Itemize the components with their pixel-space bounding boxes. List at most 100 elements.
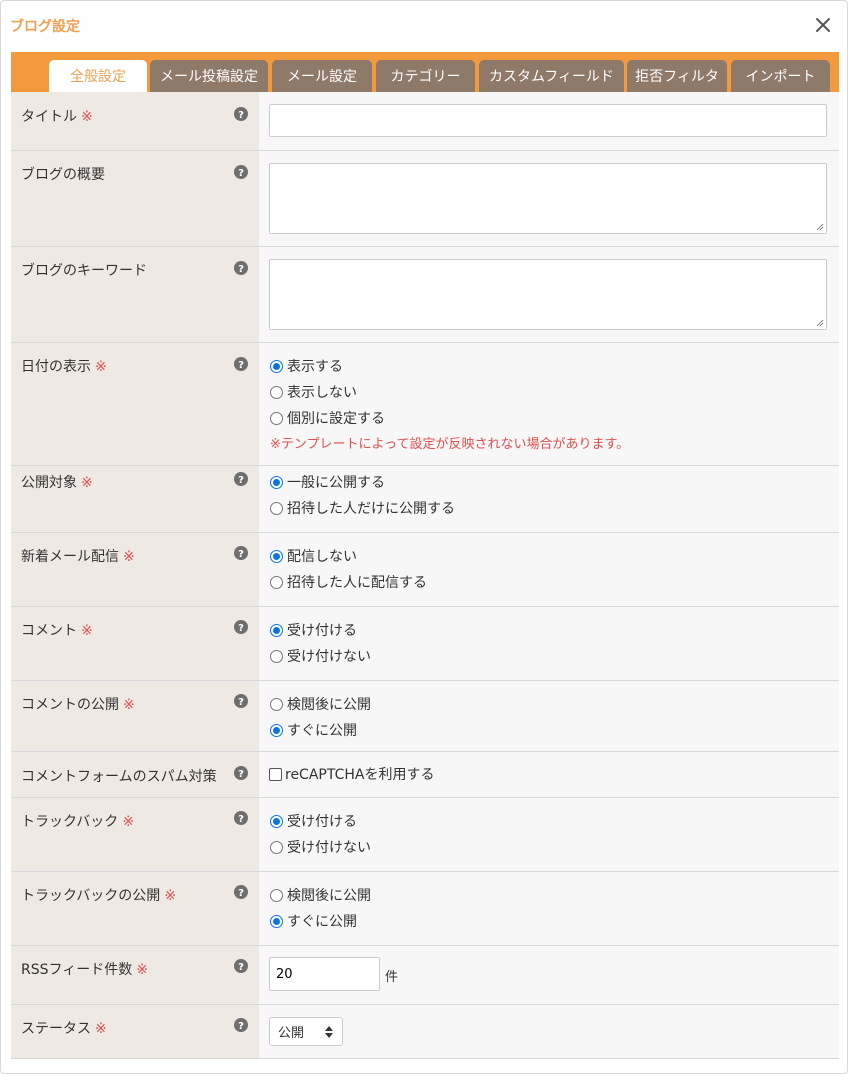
required-mark: ※ bbox=[123, 549, 135, 565]
field-label: 新着メール配信 ※ bbox=[21, 549, 135, 565]
help-icon[interactable]: ? bbox=[234, 165, 248, 179]
row-status: ステータス ※ ? 公開 bbox=[11, 1005, 839, 1059]
radio-public-invited[interactable]: 招待した人だけに公開する bbox=[270, 498, 455, 518]
radio-button[interactable] bbox=[270, 914, 283, 928]
radio-button[interactable] bbox=[270, 697, 283, 711]
close-button[interactable] bbox=[811, 13, 835, 37]
radio-public-all[interactable]: 一般に公開する bbox=[270, 472, 385, 492]
row-trackback: トラックバック ※ ? 受け付ける 受け付けない bbox=[11, 798, 839, 872]
tab-import[interactable]: インポート bbox=[731, 60, 830, 92]
svg-text:?: ? bbox=[238, 962, 244, 973]
required-mark: ※ bbox=[95, 359, 107, 375]
radio-button[interactable] bbox=[270, 475, 283, 489]
radio-button[interactable] bbox=[270, 385, 283, 399]
required-mark: ※ bbox=[123, 697, 135, 713]
radio-comment-accept[interactable]: 受け付ける bbox=[270, 620, 357, 640]
field-label: 日付の表示 ※ bbox=[21, 359, 107, 375]
row-keywords: ブログのキーワード ? bbox=[11, 247, 839, 343]
required-mark: ※ bbox=[136, 962, 148, 978]
tab-reject-filter[interactable]: 拒否フィルタ bbox=[627, 60, 727, 92]
radio-button[interactable] bbox=[270, 623, 283, 637]
radio-button[interactable] bbox=[270, 649, 283, 663]
row-spam: コメントフォームのスパム対策 ? reCAPTCHAを利用する bbox=[11, 752, 839, 798]
help-icon[interactable]: ? bbox=[234, 620, 248, 634]
radio-mail-invited[interactable]: 招待した人に配信する bbox=[270, 572, 427, 592]
radio-button[interactable] bbox=[270, 411, 283, 425]
row-trackback-publish: トラックバックの公開 ※ ? 検閲後に公開 すぐに公開 bbox=[11, 872, 839, 946]
help-icon[interactable]: ? bbox=[234, 546, 248, 560]
row-title: タイトル ※ ? bbox=[11, 92, 839, 151]
radio-button[interactable] bbox=[270, 501, 283, 515]
help-icon[interactable]: ? bbox=[234, 959, 248, 973]
blog-settings-dialog: ブログ設定 全般設定 メール投稿設定 メール設定 カテゴリー カスタムフィールド… bbox=[0, 0, 848, 1074]
radio-comment-reject[interactable]: 受け付けない bbox=[270, 646, 371, 666]
svg-text:?: ? bbox=[238, 1021, 244, 1032]
checkbox[interactable] bbox=[269, 767, 282, 781]
dialog-header: ブログ設定 bbox=[1, 1, 847, 51]
row-date-display: 日付の表示 ※ ? 表示する 表示しない 個別に設定する ※テンプレートによって設… bbox=[11, 343, 839, 466]
radio-date-hide[interactable]: 表示しない bbox=[270, 382, 357, 402]
required-mark: ※ bbox=[81, 623, 93, 639]
radio-comment-moderate[interactable]: 検閲後に公開 bbox=[270, 694, 371, 714]
radio-trackback-moderate[interactable]: 検閲後に公開 bbox=[270, 885, 371, 905]
radio-button[interactable] bbox=[270, 723, 283, 737]
required-mark: ※ bbox=[81, 109, 93, 125]
required-mark: ※ bbox=[81, 475, 93, 491]
radio-trackback-reject[interactable]: 受け付けない bbox=[270, 837, 371, 857]
radio-button[interactable] bbox=[270, 549, 283, 563]
help-icon[interactable]: ? bbox=[234, 261, 248, 275]
status-select[interactable]: 公開 bbox=[269, 1017, 343, 1046]
tab-mail[interactable]: メール設定 bbox=[272, 60, 372, 92]
field-label: コメントフォームのスパム対策 bbox=[21, 769, 217, 785]
help-icon[interactable]: ? bbox=[234, 766, 248, 780]
row-comment-publish: コメントの公開 ※ ? 検閲後に公開 すぐに公開 bbox=[11, 681, 839, 752]
radio-button[interactable] bbox=[270, 888, 283, 902]
svg-text:?: ? bbox=[238, 549, 244, 560]
radio-trackback-accept[interactable]: 受け付ける bbox=[270, 811, 357, 831]
keywords-textarea[interactable] bbox=[269, 259, 827, 330]
svg-text:?: ? bbox=[238, 623, 244, 634]
row-new-mail: 新着メール配信 ※ ? 配信しない 招待した人に配信する bbox=[11, 533, 839, 607]
radio-date-individual[interactable]: 個別に設定する bbox=[270, 408, 385, 428]
radio-date-show[interactable]: 表示する bbox=[270, 356, 343, 376]
title-input[interactable] bbox=[269, 104, 827, 137]
tab-custom-field[interactable]: カスタムフィールド bbox=[479, 60, 624, 92]
help-icon[interactable]: ? bbox=[234, 357, 248, 371]
tab-mail-post[interactable]: メール投稿設定 bbox=[150, 60, 268, 92]
svg-text:?: ? bbox=[238, 769, 244, 780]
tab-category[interactable]: カテゴリー bbox=[376, 60, 475, 92]
date-display-note: ※テンプレートによって設定が反映されない場合があります。 bbox=[270, 437, 630, 452]
radio-button[interactable] bbox=[270, 359, 283, 373]
help-icon[interactable]: ? bbox=[234, 1018, 248, 1032]
resize-grip-icon[interactable] bbox=[816, 319, 824, 327]
row-summary: ブログの概要 ? bbox=[11, 151, 839, 247]
radio-mail-none[interactable]: 配信しない bbox=[270, 546, 357, 566]
resize-grip-icon[interactable] bbox=[816, 223, 824, 231]
field-label: ブログの概要 bbox=[21, 167, 105, 183]
radio-trackback-immediate[interactable]: すぐに公開 bbox=[270, 911, 357, 931]
required-mark: ※ bbox=[122, 814, 135, 830]
svg-text:?: ? bbox=[238, 264, 244, 275]
help-icon[interactable]: ? bbox=[234, 472, 248, 486]
field-label: RSSフィード件数 ※ bbox=[21, 962, 148, 978]
row-visibility: 公開対象 ※ ? 一般に公開する 招待した人だけに公開する bbox=[11, 466, 839, 533]
radio-button[interactable] bbox=[270, 575, 283, 589]
rss-count-unit: 件 bbox=[385, 970, 399, 985]
recaptcha-checkbox[interactable]: reCAPTCHAを利用する bbox=[269, 764, 434, 784]
svg-text:?: ? bbox=[238, 475, 244, 486]
help-icon[interactable]: ? bbox=[234, 811, 248, 825]
radio-button[interactable] bbox=[270, 814, 283, 828]
help-icon[interactable]: ? bbox=[234, 885, 248, 899]
help-icon[interactable]: ? bbox=[234, 107, 248, 121]
summary-textarea[interactable] bbox=[269, 163, 827, 234]
radio-comment-immediate[interactable]: すぐに公開 bbox=[270, 720, 357, 740]
svg-text:?: ? bbox=[238, 814, 244, 825]
select-arrows-icon bbox=[325, 1026, 333, 1038]
radio-button[interactable] bbox=[270, 840, 283, 854]
field-label: コメントの公開 ※ bbox=[21, 697, 135, 713]
field-label: タイトル ※ bbox=[21, 109, 93, 125]
field-label: コメント ※ bbox=[21, 623, 93, 639]
help-icon[interactable]: ? bbox=[234, 694, 248, 708]
tab-general[interactable]: 全般設定 bbox=[49, 60, 147, 92]
rss-count-input[interactable] bbox=[269, 957, 380, 991]
